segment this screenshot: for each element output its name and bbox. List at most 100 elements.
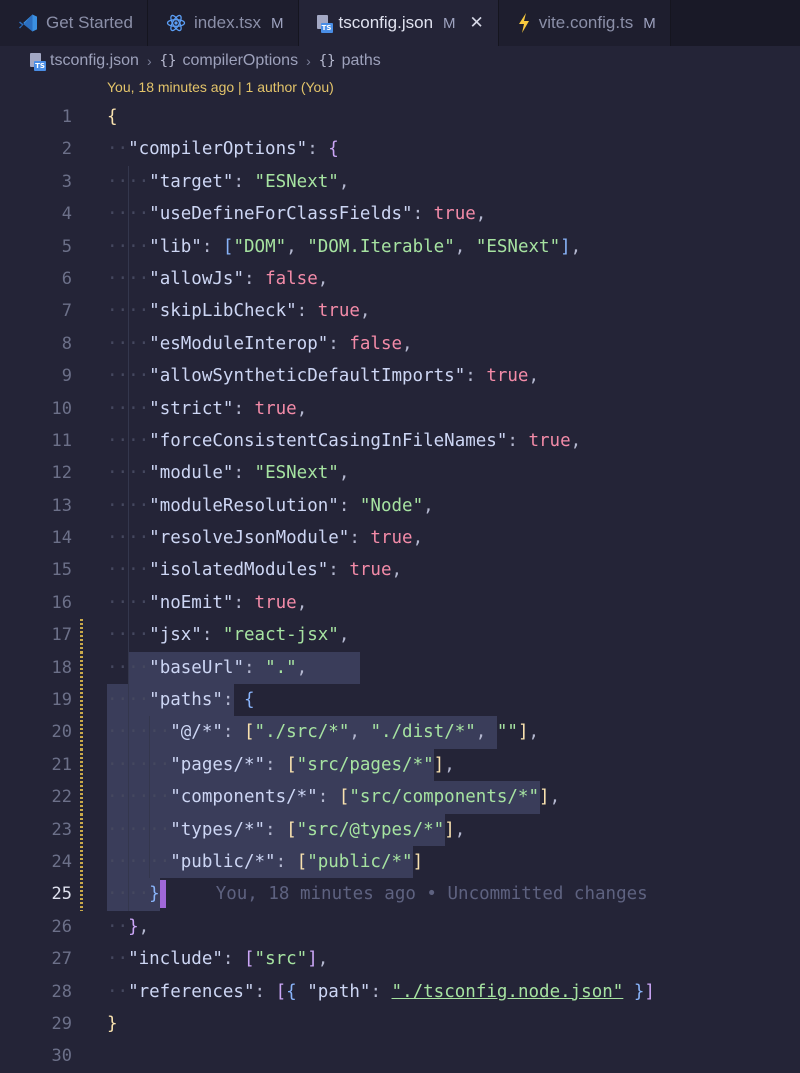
tab-label: index.tsx — [193, 13, 262, 32]
line-number: 28 — [51, 981, 72, 1002]
code-line[interactable]: 13 ····"moduleResolution": "Node", — [0, 489, 800, 523]
git-modified-gutter-marker[interactable] — [80, 748, 83, 782]
code-line[interactable]: 7 ····"skipLibCheck": true, — [0, 295, 800, 328]
code-content: ····"forceConsistentCasingInFileNames": … — [107, 424, 581, 458]
code-token: "module" — [149, 463, 234, 484]
whitespace-marker: ···· — [107, 171, 150, 192]
line-number: 30 — [51, 1046, 72, 1067]
code-token: "public/*" — [170, 851, 276, 872]
git-modified-gutter-marker[interactable] — [80, 878, 83, 911]
code-content: ······"public/*": ["public/*"] — [107, 845, 423, 879]
code-token: false — [265, 268, 318, 289]
code-token: ] — [644, 981, 655, 1002]
code-token: : — [307, 139, 329, 160]
code-token: , — [317, 949, 329, 970]
code-line[interactable]: 29} — [0, 1008, 800, 1040]
code-line[interactable]: 17 ····"jsx": "react-jsx", — [0, 619, 800, 652]
git-modified-gutter-marker[interactable] — [80, 716, 83, 749]
code-line[interactable]: 9 ····"allowSyntheticDefaultImports": tru… — [0, 360, 800, 393]
code-token: } — [107, 1013, 118, 1034]
line-number: 9 — [61, 366, 72, 387]
code-line[interactable]: 8 ····"esModuleInterop": false, — [0, 327, 800, 361]
git-modified-gutter-marker[interactable] — [80, 813, 83, 846]
breadcrumb-file[interactable]: tsconfig.json — [50, 52, 139, 70]
object-icon: {} — [159, 53, 177, 69]
code-content: ····"resolveJsonModule": true, — [107, 522, 423, 555]
git-modified-gutter-marker[interactable] — [80, 651, 83, 685]
code-line[interactable]: 11 ····"forceConsistentCasingInFileNames"… — [0, 424, 800, 458]
tab-index-tsx[interactable]: index.tsx M — [147, 0, 299, 46]
code-line[interactable]: 10 ····"strict": true, — [0, 392, 800, 425]
code-line[interactable]: 28 ··"references": [{ "path": "./tsconfig… — [0, 976, 800, 1008]
code-line[interactable]: 14 ····"resolveJsonModule": true, — [0, 522, 800, 555]
code-token: : — [233, 463, 255, 484]
code-line[interactable]: 3 ····"target": "ESNext", — [0, 165, 800, 199]
code-line[interactable]: 2 ··"compilerOptions": { — [0, 133, 800, 165]
code-token: "skipLibCheck" — [149, 301, 297, 322]
code-token: [ — [286, 819, 297, 840]
code-line[interactable]: 26 ··}, — [0, 911, 800, 943]
code-token: "moduleResolution" — [149, 495, 339, 516]
tab-vite-config-ts[interactable]: vite.config.ts M — [498, 0, 671, 46]
git-modified-gutter-marker[interactable] — [80, 781, 83, 814]
code-line[interactable]: 25 ····} You, 18 minutes ago • Uncommitted… — [0, 878, 800, 911]
git-blame-codelens[interactable]: You, 18 minutes ago | 1 author (You) — [107, 79, 334, 95]
code-token: , — [454, 819, 466, 840]
git-modified-gutter-marker[interactable] — [80, 619, 83, 652]
whitespace-marker: ·· — [107, 916, 129, 937]
code-line[interactable]: 27 ··"include": ["src"], — [0, 943, 800, 975]
code-token: , — [475, 204, 487, 225]
whitespace-marker: ·· — [107, 139, 129, 160]
code-line[interactable]: 18 ····"baseUrl": ".", — [0, 651, 800, 685]
code-content: ······"components/*": ["src/components/*… — [107, 781, 560, 814]
code-line[interactable]: 21 ······"pages/*": ["src/pages/*"], — [0, 748, 800, 782]
code-line[interactable]: 1{ — [0, 101, 800, 133]
code-token: "noEmit" — [149, 592, 234, 613]
code-content: ····"module": "ESNext", — [107, 457, 349, 490]
code-token: true — [433, 204, 476, 225]
code-token: { — [244, 690, 255, 711]
tab-tsconfig-json[interactable]: TS tsconfig.json M ✕ — [298, 0, 499, 46]
line-number: 17 — [51, 625, 72, 646]
code-line[interactable]: 12 ····"module": "ESNext", — [0, 457, 800, 490]
close-icon[interactable]: ✕ — [470, 13, 484, 33]
whitespace-marker: ···· — [107, 333, 150, 354]
code-line[interactable]: 6 ····"allowJs": false, — [0, 262, 800, 296]
code-line[interactable]: 30 — [0, 1040, 800, 1072]
tab-get-started[interactable]: Get Started — [0, 0, 148, 46]
code-token: "compilerOptions" — [128, 139, 308, 160]
code-line[interactable]: 16 ····"noEmit": true, — [0, 586, 800, 620]
code-token: ] — [444, 819, 455, 840]
lightning-icon — [517, 13, 531, 33]
tab-label: Get Started — [46, 13, 133, 32]
code-token: "strict" — [149, 398, 234, 419]
code-editor[interactable]: 1{2 ··"compilerOptions": {3 ····"target": … — [0, 101, 800, 1073]
code-line[interactable]: 24 ······"public/*": ["public/*"] — [0, 845, 800, 879]
line-number: 21 — [51, 754, 72, 775]
code-content: ··"include": ["src"], — [107, 943, 328, 975]
breadcrumb-segment-paths[interactable]: paths — [342, 52, 381, 70]
code-token: , — [338, 171, 350, 192]
code-line[interactable]: 4 ····"useDefineForClassFields": true, — [0, 198, 800, 231]
code-token: : — [275, 851, 297, 872]
code-line[interactable]: 22 ······"components/*": ["src/components… — [0, 781, 800, 814]
code-token: "baseUrl" — [149, 657, 244, 678]
code-line[interactable]: 23 ······"types/*": ["src/@types/*"], — [0, 813, 800, 846]
code-token: : — [296, 301, 318, 322]
whitespace-marker: ···· — [107, 430, 150, 451]
code-token: , — [296, 592, 308, 613]
code-line[interactable]: 20 ······"@/*": ["./src/*", "./dist/*", "… — [0, 716, 800, 749]
code-line[interactable]: 5 ····"lib": ["DOM", "DOM.Iterable", "ESN… — [0, 230, 800, 263]
code-content: ····"jsx": "react-jsx", — [107, 619, 349, 652]
code-line[interactable]: 15 ····"isolatedModules": true, — [0, 554, 800, 587]
code-token: true — [254, 592, 297, 613]
whitespace-marker: ···· — [107, 625, 150, 646]
git-modified-gutter-marker[interactable] — [80, 845, 83, 879]
line-number: 8 — [61, 333, 72, 354]
breadcrumb-segment-compiler-options[interactable]: compilerOptions — [182, 52, 298, 70]
code-line[interactable]: 19 ····"paths": { — [0, 684, 800, 717]
line-number: 2 — [61, 139, 72, 160]
line-number: 7 — [61, 301, 72, 322]
git-modified-gutter-marker[interactable] — [80, 684, 83, 717]
code-token: , — [402, 333, 413, 354]
